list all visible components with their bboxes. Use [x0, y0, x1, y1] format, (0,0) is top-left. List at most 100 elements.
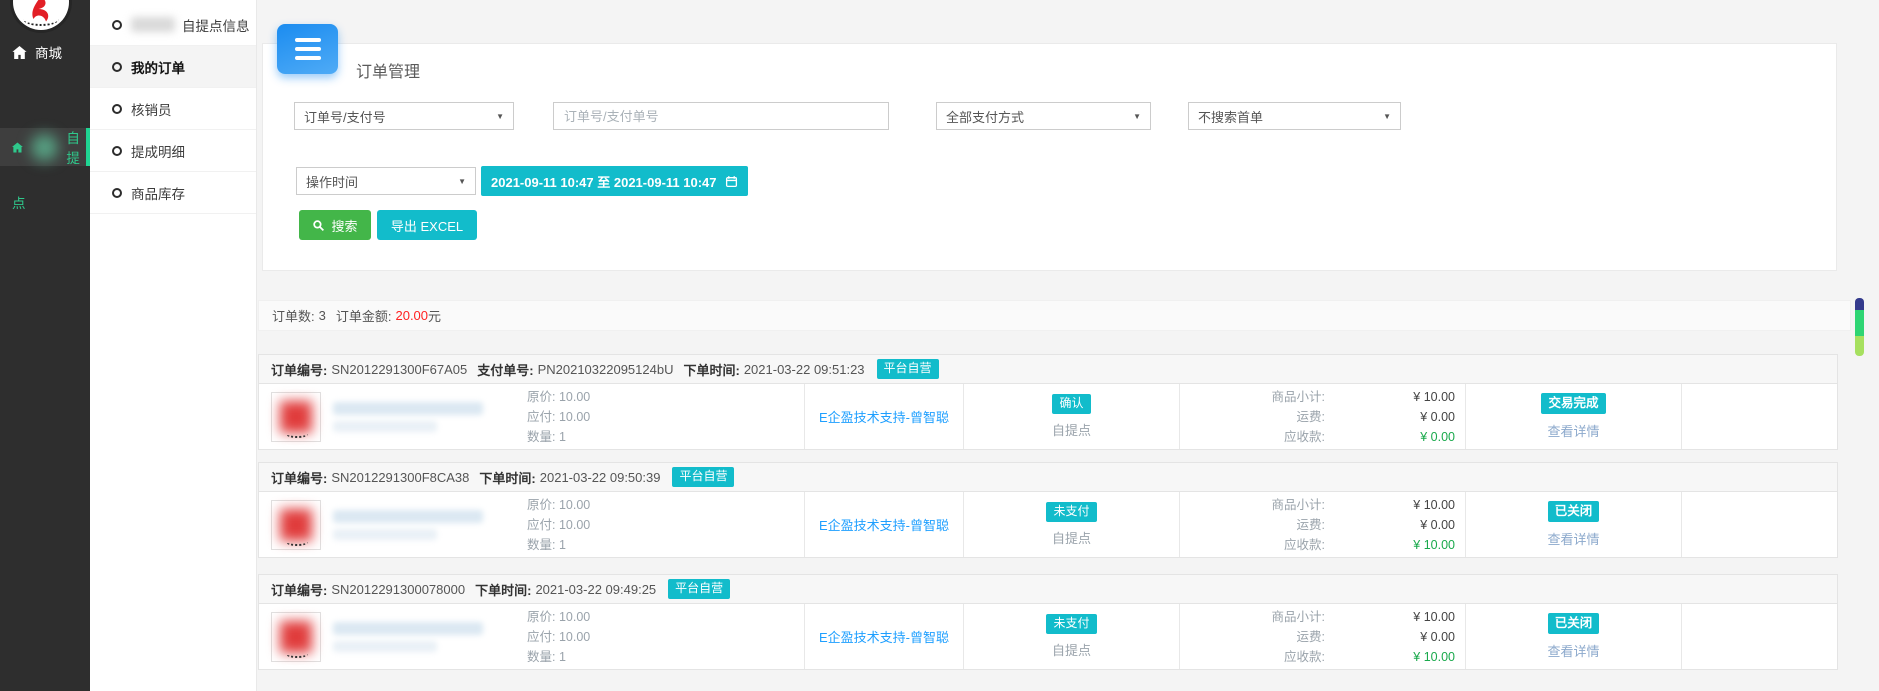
shipping: ¥ 0.00	[1325, 407, 1455, 427]
status-cell: 已关闭 查看详情	[1465, 492, 1681, 557]
buyer-link[interactable]: E企盈技术支持-曾智聪	[819, 627, 949, 646]
buyer-link[interactable]: E企盈技术支持-曾智聪	[819, 407, 949, 426]
receivable: ¥ 0.00	[1325, 427, 1455, 447]
subtotal-label: 商品小计:	[1272, 387, 1325, 407]
order-status-badge: 已关闭	[1548, 501, 1600, 521]
orig-price: 10.00	[559, 390, 590, 404]
order-card: 订单编号: SN2012291300F67A05 支付单号: PN2021032…	[258, 354, 1838, 450]
due: 10.00	[559, 630, 590, 644]
page-title: 订单管理	[356, 58, 420, 82]
search-icon	[312, 219, 325, 232]
submenu-item-verifier[interactable]: 核销员	[90, 88, 256, 130]
view-detail-link[interactable]: 查看详情	[1547, 421, 1599, 440]
select-value: 全部支付方式	[946, 107, 1024, 126]
order-row: 原价: 10.00 应付: 10.00 数量: 1 E企盈技术支持-曾智聪 未支…	[258, 604, 1838, 670]
radio-circle-icon	[112, 20, 122, 30]
order-card: 订单编号: SN2012291300F8CA38 下单时间: 2021-03-2…	[258, 462, 1838, 558]
radio-circle-icon	[112, 62, 122, 72]
qty: 1	[559, 538, 566, 552]
submenu-item-pickup-info[interactable]: 自提点信息	[90, 4, 256, 46]
receivable-label: 应收款:	[1284, 535, 1325, 555]
qty: 1	[559, 650, 566, 664]
blurred-logo	[280, 621, 312, 653]
product-image	[271, 612, 321, 662]
home-icon	[12, 46, 27, 59]
submenu-item-my-orders[interactable]: 我的订单	[90, 46, 256, 88]
qty: 1	[559, 430, 566, 444]
order-row: 原价: 10.00 应付: 10.00 数量: 1 E企盈技术支持-曾智聪 确认…	[258, 384, 1838, 450]
sidebar-item-label: 商城	[35, 42, 62, 62]
page: 商城 自提 点 自提点信息 我的订单 核销员 提成明细	[0, 0, 1879, 691]
submenu-item-label: 商品库存	[131, 183, 185, 203]
submenu-item-label: 自提点信息	[182, 15, 250, 35]
orig-price: 10.00	[559, 610, 590, 624]
price-info: 原价: 10.00 应付: 10.00 数量: 1	[527, 387, 590, 447]
buyer-link[interactable]: E企盈技术支持-曾智聪	[819, 515, 949, 534]
menu-toggle-button[interactable]	[277, 24, 338, 74]
order-header: 订单编号: SN2012291300078000 下单时间: 2021-03-2…	[258, 574, 1838, 604]
receivable: ¥ 10.00	[1325, 535, 1455, 555]
search-button-label: 搜索	[331, 216, 357, 235]
order-row: 原价: 10.00 应付: 10.00 数量: 1 E企盈技术支持-曾智聪 未支…	[258, 492, 1838, 558]
home-icon	[12, 141, 23, 154]
select-value: 订单号/支付号	[304, 107, 386, 126]
order-field-select[interactable]: 订单号/支付号 ▼	[294, 102, 514, 130]
qty-label: 数量:	[527, 430, 555, 444]
order-filter-panel: 订单管理 订单号/支付号 ▼ 全部支付方式 ▼ 不搜索首单 ▼ 操作时间 ▼ 2…	[262, 43, 1837, 271]
pay-method-select[interactable]: 全部支付方式 ▼	[936, 102, 1151, 130]
main-content: 订单管理 订单号/支付号 ▼ 全部支付方式 ▼ 不搜索首单 ▼ 操作时间 ▼ 2…	[256, 0, 1879, 691]
subtotal: ¥ 10.00	[1325, 607, 1455, 627]
blurred-logo	[280, 401, 312, 433]
time-type-select[interactable]: 操作时间 ▼	[296, 167, 476, 195]
order-status-badge: 交易完成	[1541, 393, 1605, 413]
buyer-cell: E企盈技术支持-曾智聪	[804, 604, 963, 669]
sidebar-item-label-wrap: 点	[12, 192, 26, 212]
order-number-input[interactable]	[553, 102, 889, 130]
order-no: SN2012291300F8CA38	[331, 470, 469, 485]
order-time-label: 下单时间:	[479, 468, 535, 487]
orig-price-label: 原价:	[527, 498, 555, 512]
order-no-label: 订单编号:	[271, 468, 327, 487]
order-header: 订单编号: SN2012291300F8CA38 下单时间: 2021-03-2…	[258, 462, 1838, 492]
date-range-text: 2021-09-11 10:47 至 2021-09-11 10:47	[491, 172, 717, 191]
chevron-down-icon: ▼	[1133, 112, 1141, 121]
hamburger-icon	[295, 38, 321, 42]
export-button-label: 导出 EXCEL	[391, 216, 463, 235]
qty-label: 数量:	[527, 650, 555, 664]
order-no-label: 订单编号:	[271, 360, 327, 379]
order-count-label: 订单数:	[272, 306, 315, 325]
pay-status-badge: 未支付	[1046, 502, 1096, 522]
blurred-logo	[280, 509, 312, 541]
orders-summary-bar: 订单数: 3 订单金额: 20.00 元	[258, 300, 1851, 331]
blurred-product-name	[333, 402, 483, 432]
sidebar-item-mall[interactable]: 商城	[0, 40, 90, 64]
order-time: 2021-03-22 09:51:23	[744, 362, 865, 377]
order-time: 2021-03-22 09:49:25	[535, 582, 656, 597]
orig-price-label: 原价:	[527, 610, 555, 624]
submenu-item-commission-detail[interactable]: 提成明细	[90, 130, 256, 172]
radio-circle-icon	[112, 104, 122, 114]
subtotal-label: 商品小计:	[1272, 495, 1325, 515]
first-order-select[interactable]: 不搜索首单 ▼	[1188, 102, 1401, 130]
order-no-label: 订单编号:	[271, 580, 327, 599]
status-cell: 交易完成 查看详情	[1465, 384, 1681, 449]
price-info: 原价: 10.00 应付: 10.00 数量: 1	[527, 495, 590, 555]
sidebar-item-pickup-point[interactable]: 自提	[0, 128, 90, 166]
date-range-button[interactable]: 2021-09-11 10:47 至 2021-09-11 10:47	[481, 166, 748, 196]
submenu-item-product-stock[interactable]: 商品库存	[90, 172, 256, 214]
status-cell: 已关闭 查看详情	[1465, 604, 1681, 669]
export-excel-button[interactable]: 导出 EXCEL	[377, 210, 477, 240]
product-image	[271, 500, 321, 550]
blurred-avatar	[31, 134, 59, 161]
view-detail-link[interactable]: 查看详情	[1547, 529, 1599, 548]
submenu-item-label: 我的订单	[131, 57, 185, 77]
pickup-type: 自提点	[1052, 420, 1091, 439]
blurred-product-name	[333, 510, 483, 540]
scrollbar-thumb[interactable]	[1855, 298, 1864, 356]
receivable-label: 应收款:	[1284, 427, 1325, 447]
logo-text-arc	[23, 12, 59, 26]
product-image	[271, 392, 321, 442]
order-no: SN2012291300078000	[331, 582, 465, 597]
view-detail-link[interactable]: 查看详情	[1547, 641, 1599, 660]
search-button[interactable]: 搜索	[299, 210, 371, 240]
